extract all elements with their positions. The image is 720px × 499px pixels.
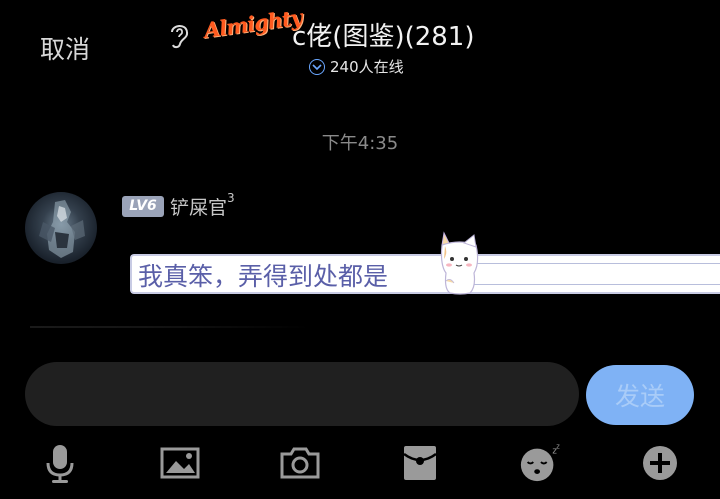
- cancel-button[interactable]: 取消: [40, 30, 90, 66]
- sender-superscript: 3: [227, 191, 235, 205]
- plus-icon[interactable]: [638, 440, 682, 486]
- chat-header: 取消 Almighty c佬(图鉴)(281) 240人在线: [0, 0, 720, 90]
- message-text: 我真笨，弄得到处都是: [138, 262, 389, 291]
- camera-icon[interactable]: [278, 440, 322, 486]
- ear-icon[interactable]: [166, 20, 192, 50]
- svg-text:z: z: [556, 443, 560, 451]
- sender-name-label: 铲屎官: [170, 197, 228, 219]
- cat-sticker-icon: [440, 231, 479, 295]
- send-button[interactable]: 发送: [586, 365, 694, 425]
- sender-name[interactable]: 铲屎官3: [170, 191, 235, 220]
- online-count-label: 240人在线: [330, 58, 404, 76]
- image-icon[interactable]: [158, 440, 202, 486]
- message-timestamp: 下午4:35: [321, 133, 399, 154]
- group-title[interactable]: c佬(图鉴)(281): [292, 16, 475, 53]
- bubble-decoration: [470, 263, 720, 285]
- chevron-down-icon: [309, 58, 325, 75]
- red-envelope-icon[interactable]: [398, 440, 442, 486]
- faded-message-divider: [30, 326, 310, 328]
- online-count[interactable]: 240人在线: [309, 56, 404, 77]
- microphone-icon[interactable]: [38, 440, 82, 486]
- sleepy-emoji-icon[interactable]: z z: [518, 440, 562, 486]
- message-input[interactable]: [25, 362, 579, 426]
- level-badge: LV6: [122, 196, 164, 217]
- brand-logo: Almighty: [202, 4, 304, 43]
- avatar[interactable]: [25, 192, 97, 264]
- input-toolbar: z z: [0, 440, 720, 490]
